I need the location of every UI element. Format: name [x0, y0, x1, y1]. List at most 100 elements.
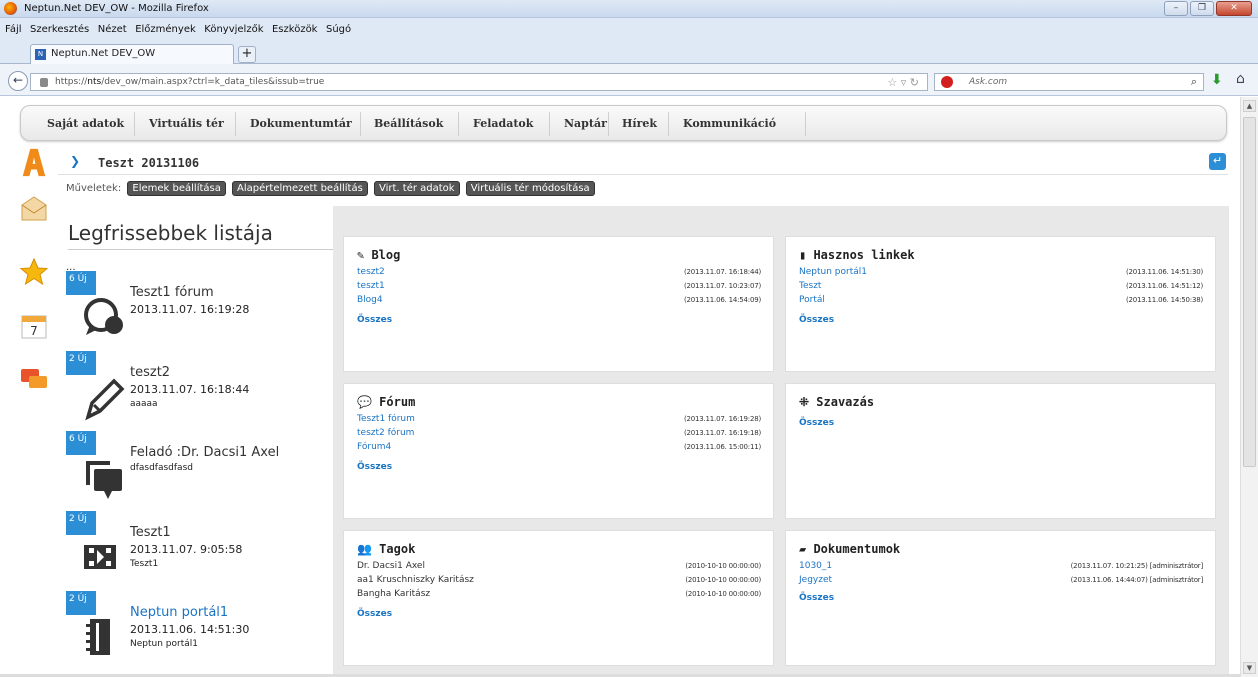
blog-entry-link[interactable]: teszt1: [357, 281, 385, 291]
maximize-button[interactable]: ❐: [1190, 1, 1214, 16]
nav-separator: [805, 112, 806, 136]
mail-icon[interactable]: [19, 193, 49, 223]
nav-separator: [235, 112, 236, 136]
new-tab-button[interactable]: +: [238, 46, 256, 63]
members-all-link[interactable]: Összes: [357, 609, 392, 619]
member-name: Bangha Karitász: [357, 589, 431, 599]
useful-link-time: (2013.11.06. 14:50:38): [1125, 296, 1203, 304]
nav-virtualis-ter[interactable]: Virtuális tér: [149, 117, 224, 130]
list-item[interactable]: 2 Új teszt2 2013.11.07. 16:18:44 aaaaa: [66, 351, 331, 431]
list-item[interactable]: 2 Új Neptun portál1 2013.11.06. 14:51:30…: [66, 591, 331, 671]
page-viewport: Saját adatok Virtuális tér Dokumentumtár…: [0, 97, 1240, 677]
list-item[interactable]: 6 Új Teszt1 fórum 2013.11.07. 16:19:28: [66, 271, 331, 351]
menu-tools[interactable]: Eszközök: [272, 24, 318, 35]
new-count-badge: 2 Új: [66, 511, 96, 535]
page-content: ❯ Teszt 20131106 ↵ Műveletek: Elemek beá…: [58, 150, 1229, 677]
address-bar[interactable]: https://nts/dev_ow/main.aspx?ctrl=k_data…: [30, 73, 928, 91]
search-icon[interactable]: ⌕: [1191, 75, 1197, 89]
forum-tile-title: 💬 Fórum: [357, 395, 416, 409]
useful-link[interactable]: Portál: [799, 295, 825, 305]
item-title[interactable]: Teszt1: [130, 525, 171, 540]
menu-bookmarks[interactable]: Könyvjelzők: [204, 24, 263, 35]
forum-entry-link[interactable]: Teszt1 fórum: [357, 414, 415, 424]
documents-tile-title: ▰ Dokumentumok: [799, 542, 901, 556]
forum-entry-link[interactable]: teszt2 fórum: [357, 428, 414, 438]
latest-list: Legfrissebbek listája ... 6 Új Teszt1 fó…: [58, 205, 333, 677]
return-icon[interactable]: ↵: [1209, 153, 1226, 170]
video-icon: [84, 545, 116, 569]
nav-sajat-adatok[interactable]: Saját adatok: [47, 117, 124, 130]
download-icon[interactable]: ⬇: [1211, 72, 1223, 88]
vote-all-link[interactable]: Összes: [799, 418, 834, 428]
virt-ter-adatok-button[interactable]: Virt. tér adatok: [373, 181, 460, 196]
forum-entry-time: (2013.11.07. 16:19:18): [683, 429, 761, 437]
item-date: 2013.11.07. 16:18:44: [130, 383, 250, 396]
navigation-bar: ← https://nts/dev_ow/main.aspx?ctrl=k_da…: [0, 64, 1258, 96]
documents-all-link[interactable]: Összes: [799, 593, 834, 603]
page-title: Teszt 20131106: [98, 156, 200, 170]
menu-help[interactable]: Súgó: [326, 24, 351, 35]
calendar-icon[interactable]: 7: [19, 311, 49, 341]
nav-dokumentumtar[interactable]: Dokumentumtár: [250, 117, 352, 130]
minimize-button[interactable]: –: [1164, 1, 1188, 16]
url-host: nts: [87, 77, 102, 87]
vote-icon: ⁜: [799, 395, 817, 409]
list-item[interactable]: 6 Új Feladó :Dr. Dacsi1 Axel dfasdfasdfa…: [66, 431, 331, 511]
reload-icon[interactable]: ☆ ▿ ↻: [887, 76, 919, 89]
vertical-scrollbar[interactable]: ▲ ▼: [1240, 97, 1258, 677]
chat-icon[interactable]: [19, 365, 49, 395]
scrollbar-thumb[interactable]: [1243, 117, 1256, 467]
item-title[interactable]: Feladó :Dr. Dacsi1 Axel: [130, 445, 279, 460]
members-tile-title: 👥 Tagok: [357, 542, 416, 556]
scroll-up-icon[interactable]: ▲: [1243, 100, 1256, 112]
menu-edit[interactable]: Szerkesztés: [30, 24, 89, 35]
blog-entry-link[interactable]: Blog4: [357, 295, 383, 305]
forum-entry-link[interactable]: Fórum4: [357, 442, 391, 452]
menu-history[interactable]: Előzmények: [135, 24, 196, 35]
back-button[interactable]: ←: [8, 71, 28, 91]
item-date: 2013.11.07. 9:05:58: [130, 543, 243, 556]
nav-separator: [668, 112, 669, 136]
nav-naptar[interactable]: Naptár: [564, 117, 607, 130]
document-link[interactable]: 1030_1: [799, 561, 832, 571]
documents-tile: ▰ Dokumentumok 1030_1 (2013.11.07. 10:21…: [785, 530, 1216, 666]
menu-file[interactable]: Fájl: [5, 24, 22, 35]
nav-kommunikacio[interactable]: Kommunikáció: [683, 117, 776, 130]
item-title[interactable]: Teszt1 fórum: [130, 285, 214, 300]
nav-hirek[interactable]: Hírek: [622, 117, 657, 130]
menu-view[interactable]: Nézet: [98, 24, 127, 35]
forum-all-link[interactable]: Összes: [357, 462, 392, 472]
useful-link[interactable]: Teszt: [799, 281, 821, 291]
a-logo-icon[interactable]: [19, 147, 49, 177]
item-title[interactable]: teszt2: [130, 365, 170, 380]
nav-beallitasok[interactable]: Beállítások: [374, 117, 443, 130]
members-tile: 👥 Tagok Dr. Dacsi1 Axel (2010-10-10 00:0…: [343, 530, 774, 666]
document-link[interactable]: Jegyzet: [799, 575, 832, 585]
new-count-badge: 6 Új: [66, 431, 96, 455]
useful-links-all-link[interactable]: Összes: [799, 315, 834, 325]
elemek-beallitasa-button[interactable]: Elemek beállítása: [127, 181, 226, 196]
alapertelmezett-beallitas-button[interactable]: Alapértelmezett beállítás: [232, 181, 368, 196]
blog-entry-time: (2013.11.06. 14:54:09): [683, 296, 761, 304]
item-title[interactable]: Neptun portál1: [130, 605, 228, 620]
nav-feladatok[interactable]: Feladatok: [473, 117, 533, 130]
url-prefix: https://: [55, 77, 88, 87]
close-window-button[interactable]: ✕: [1216, 1, 1252, 16]
expand-chevron-icon[interactable]: ❯: [70, 154, 80, 168]
search-box[interactable]: Ask.com ⌕: [934, 73, 1204, 91]
blog-all-link[interactable]: Összes: [357, 315, 392, 325]
useful-link[interactable]: Neptun portál1: [799, 267, 867, 277]
browser-tab[interactable]: N Neptun.Net DEV_OW: [30, 44, 234, 64]
scroll-down-icon[interactable]: ▼: [1243, 662, 1256, 674]
virtualis-ter-modositasa-button[interactable]: Virtuális tér módosítása: [465, 181, 595, 196]
home-icon[interactable]: ⌂: [1236, 71, 1245, 87]
list-item[interactable]: 2 Új Teszt1 2013.11.07. 9:05:58 Teszt1: [66, 511, 331, 591]
nav-separator: [608, 112, 609, 136]
blog-entry-link[interactable]: teszt2: [357, 267, 385, 277]
nav-separator: [549, 112, 550, 136]
menu-bar: Fájl Szerkesztés Nézet Előzmények Könyvj…: [0, 18, 1258, 40]
forum-icon: [84, 298, 123, 335]
notebook-icon: [86, 619, 110, 655]
window-controls: – ❐ ✕: [1164, 1, 1252, 16]
star-icon[interactable]: [19, 257, 49, 287]
